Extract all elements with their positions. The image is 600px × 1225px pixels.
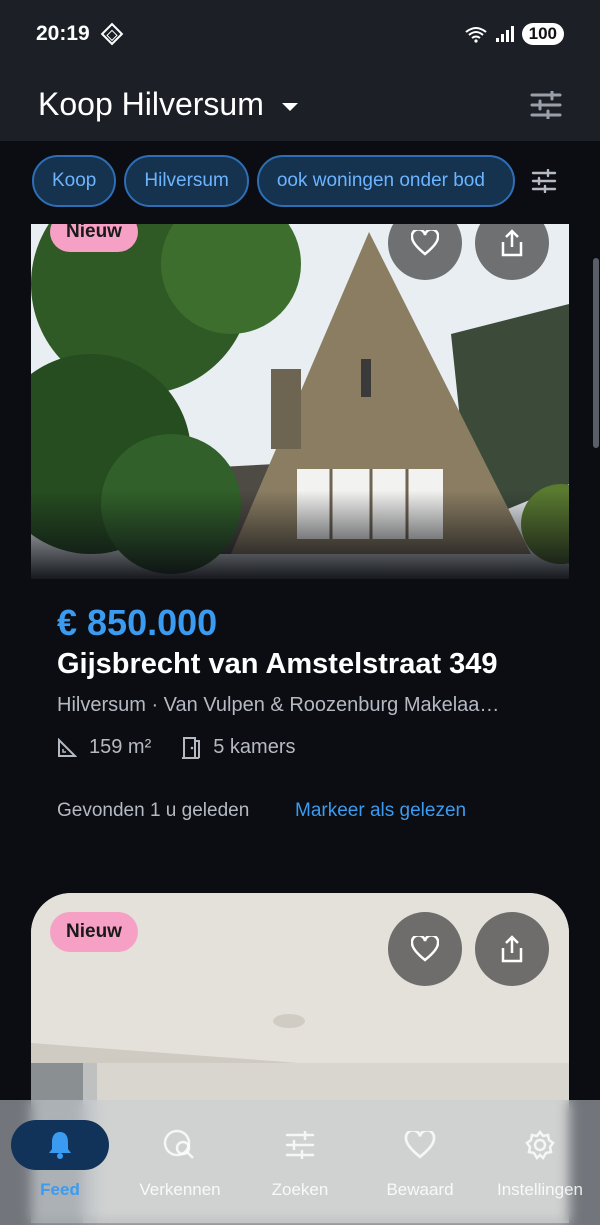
- door-icon: [182, 736, 201, 759]
- status-time: 20:19: [36, 22, 90, 45]
- new-badge: Nieuw: [50, 912, 138, 952]
- wifi-icon: [465, 27, 487, 43]
- nav-label: Instellingen: [496, 1180, 583, 1199]
- rooms-value: 5 kamers: [213, 736, 296, 758]
- house-photo: [31, 224, 569, 579]
- heart-icon: [411, 230, 439, 256]
- favorite-button[interactable]: [388, 912, 462, 986]
- nav-label: Zoeken: [271, 1180, 329, 1199]
- nav-pill: [491, 1120, 589, 1170]
- scrollbar[interactable]: [593, 258, 599, 448]
- tune-icon[interactable]: [531, 169, 557, 193]
- nav-item-zoeken[interactable]: Zoeken: [245, 1120, 355, 1200]
- nav-item-bewaard[interactable]: Bewaard: [365, 1120, 475, 1200]
- status-bar: 20:19 100: [0, 0, 600, 68]
- new-badge: Nieuw: [50, 224, 138, 252]
- listing-price: € 850.000: [57, 602, 218, 643]
- mark-read-link[interactable]: Markeer als gelezen: [295, 800, 466, 822]
- nav-pill: [371, 1120, 469, 1170]
- app-header: Koop Hilversum: [0, 68, 600, 141]
- bell-icon: [49, 1132, 71, 1159]
- share-button[interactable]: [475, 912, 549, 986]
- battery-indicator: 100: [521, 23, 564, 45]
- listing-card[interactable]: Nieuw € 850.000 Gijsbrecht van Amstelstr…: [31, 224, 569, 874]
- chip-hilversum[interactable]: Hilversum: [124, 155, 249, 207]
- found-time: Gevonden 1 u geleden: [57, 800, 250, 821]
- filter-chips: Koop Hilversum ook woningen onder bod: [0, 141, 600, 221]
- page-title[interactable]: Koop Hilversum: [38, 86, 264, 123]
- chevron-down-icon[interactable]: [281, 102, 298, 111]
- rooms-feature: 5 kamers: [181, 736, 296, 759]
- area-value: 159 m²: [89, 736, 152, 758]
- nav-label: Feed: [40, 1180, 80, 1199]
- listing-photo[interactable]: Nieuw: [31, 224, 569, 579]
- bottom-nav: Feed Verkennen Zoeken Bewaard Instelling…: [0, 1100, 600, 1225]
- gear-icon: [525, 1129, 555, 1161]
- heart-icon: [411, 936, 439, 962]
- listing-address[interactable]: Gijsbrecht van Amstelstraat 349: [57, 648, 498, 681]
- diamond-icon: [100, 22, 124, 46]
- nav-pill: [11, 1120, 109, 1170]
- nav-pill: [131, 1120, 229, 1170]
- chip-koop[interactable]: Koop: [32, 155, 117, 207]
- listing-subtitle: Hilversum · Van Vulpen & Roozenburg Make…: [57, 694, 500, 716]
- heart-icon: [404, 1131, 436, 1159]
- status-icons: 100: [464, 23, 564, 45]
- nav-label: Verkennen: [139, 1180, 221, 1199]
- area-icon: [58, 737, 77, 757]
- share-icon: [501, 935, 523, 963]
- tune-icon: [285, 1131, 315, 1159]
- nav-item-instellingen[interactable]: Instellingen: [485, 1120, 595, 1200]
- explore-search-icon: [163, 1129, 194, 1159]
- chip-onder-bod[interactable]: ook woningen onder bod: [256, 155, 515, 207]
- nav-item-verkennen[interactable]: Verkennen: [125, 1120, 235, 1200]
- nav-item-feed[interactable]: Feed: [5, 1120, 115, 1200]
- nav-label: Bewaard: [386, 1180, 454, 1199]
- listing-features: 159 m² 5 kamers: [57, 736, 316, 759]
- nav-pill: [251, 1120, 349, 1170]
- signal-icon: [495, 26, 514, 42]
- tune-icon[interactable]: [530, 90, 562, 119]
- area-feature: 159 m²: [57, 736, 151, 759]
- share-icon: [501, 229, 523, 257]
